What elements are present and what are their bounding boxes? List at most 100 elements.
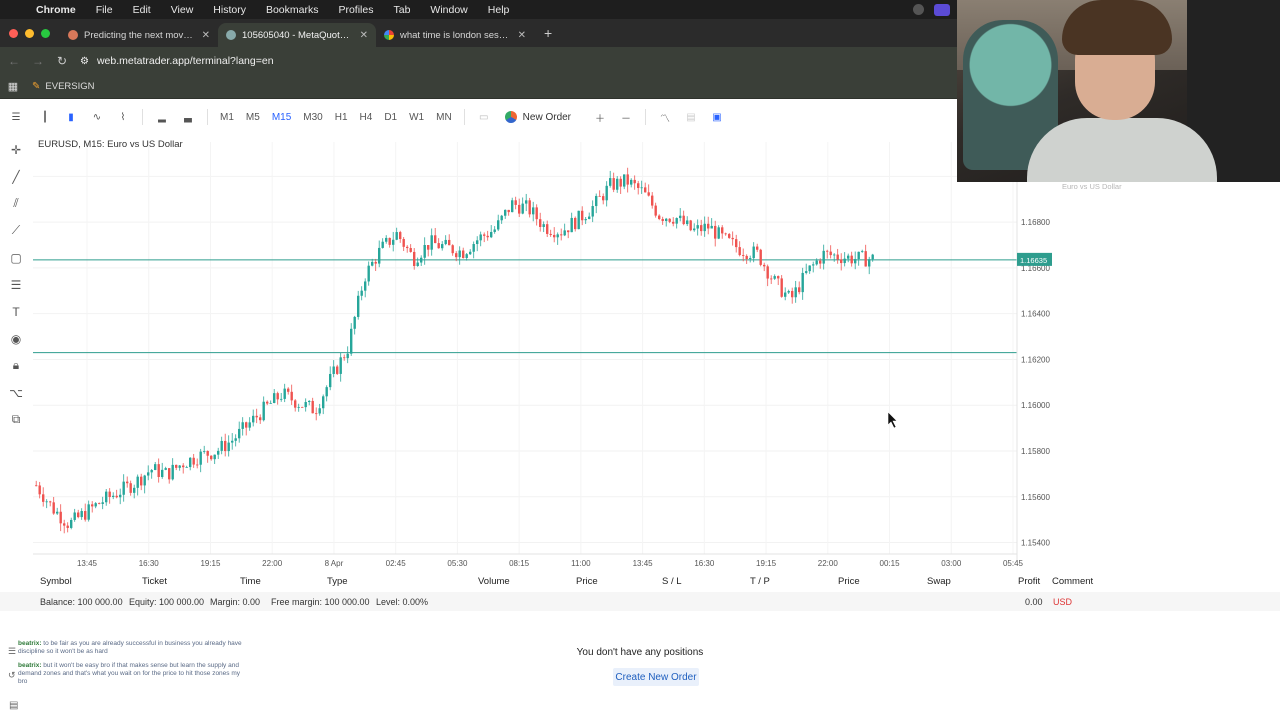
col-comment[interactable]: Comment [1052,576,1093,587]
col-price[interactable]: Price [576,576,598,587]
site-info-icon[interactable]: ⚙ [80,56,89,67]
menu-window[interactable]: Window [420,4,477,16]
candle-body [644,187,647,193]
candle-body [56,511,59,514]
menu-app-chrome[interactable]: Chrome [36,4,86,16]
chart-grid [33,142,1017,554]
bar-chart-type-icon[interactable]: ┃ [32,106,58,128]
close-tab-icon[interactable]: ✕ [202,30,210,41]
candle-body [385,237,388,242]
back-arrow-icon[interactable]: ← [2,54,26,68]
close-tab-icon[interactable]: ✕ [360,30,368,41]
candle-body [570,217,573,233]
menu-profiles[interactable]: Profiles [328,4,383,16]
menu-help[interactable]: Help [478,4,520,16]
col-swap[interactable]: Swap [927,576,951,587]
history-tab-icon[interactable]: ↺ [8,670,26,686]
candle-body [686,220,689,225]
timeframe-m5[interactable]: M5 [240,112,266,123]
col-ticket[interactable]: Ticket [142,576,167,587]
area-chart-type-icon[interactable]: ⌇ [110,106,136,128]
new-tab-icon[interactable]: + [534,25,562,47]
time-tick-label: 03:00 [941,559,962,568]
one-click-trading-icon[interactable]: ▭ [471,106,497,128]
candle-body [682,215,685,225]
timeframe-d1[interactable]: D1 [378,112,403,123]
candle-body [220,440,223,451]
candle-body [826,250,829,252]
candle-body [843,258,846,264]
window-controls [0,29,60,47]
col-type[interactable]: Type [327,576,348,587]
candle-body [367,265,370,282]
col-tp[interactable]: T / P [750,576,770,587]
candle-body [52,502,55,514]
candle-body [304,402,307,408]
col-profit[interactable]: Profit [1018,576,1040,587]
chart-window-icon[interactable]: ▣ [704,106,730,128]
timeframe-m15[interactable]: M15 [266,112,297,123]
maximize-window-button[interactable] [41,29,50,38]
margin-text: Margin: 0.00 [210,597,261,607]
timeframe-h4[interactable]: H4 [354,112,379,123]
col-time[interactable]: Time [240,576,261,587]
url-text[interactable]: web.metatrader.app/terminal?lang=en [97,55,274,67]
zoom-out-icon[interactable]: － [613,106,639,128]
candle-body [325,387,328,397]
status-icon[interactable] [913,4,924,15]
candle-body [752,246,755,259]
candle-body [532,207,535,215]
timeframe-mn[interactable]: MN [430,112,458,123]
indicators-icon[interactable]: 〽 [652,106,678,128]
timeframe-w1[interactable]: W1 [403,112,430,123]
col-volume[interactable]: Volume [478,576,510,587]
price-tick-label: 1.16800 [1021,218,1050,227]
line-chart-type-icon[interactable]: ∿ [84,106,110,128]
candle-body [192,457,195,465]
time-tick-label: 19:15 [756,559,777,568]
browser-tab-1[interactable]: Predicting the next move - Cl ✕ [60,23,218,47]
bookmark-eversign[interactable]: ✎ EVERSIGN [26,81,95,92]
candle-body [742,255,745,256]
journal-tab-icon[interactable]: ▤ [9,700,18,711]
candle-body [444,239,447,245]
screen-record-icon[interactable] [934,3,950,16]
candle-body [525,200,528,204]
col-symbol[interactable]: Symbol [40,576,72,587]
timeframe-m1[interactable]: M1 [214,112,240,123]
browser-tab-2[interactable]: 105605040 - MetaQuotes-De ✕ [218,23,376,47]
menu-file[interactable]: File [86,4,123,16]
trade-tab-icon[interactable]: ☰ [8,646,26,662]
candlestick-chart-type-icon[interactable]: ▮ [58,106,84,128]
menu-edit[interactable]: Edit [123,4,161,16]
menu-hamburger-icon[interactable]: ☰ [0,106,32,128]
minimize-window-button[interactable] [25,29,34,38]
toolbar-divider [142,109,143,125]
reload-icon[interactable]: ↻ [50,54,74,68]
tick-volume-icon[interactable]: ▃ [175,106,201,128]
volume-icon[interactable]: ▂ [149,106,175,128]
menu-bookmarks[interactable]: Bookmarks [256,4,329,16]
menu-tab[interactable]: Tab [383,4,420,16]
candle-body [770,278,773,280]
create-new-order-button[interactable]: Create New Order [613,668,699,686]
close-tab-icon[interactable]: ✕ [518,30,526,41]
candle-body [448,239,451,246]
menu-history[interactable]: History [203,4,256,16]
col-current-price[interactable]: Price [838,576,860,587]
new-order-button[interactable]: New Order [497,111,579,123]
menu-view[interactable]: View [161,4,204,16]
forward-arrow-icon[interactable]: → [26,54,50,68]
zoom-in-icon[interactable]: ＋ [587,106,613,128]
url-field[interactable]: ⚙ web.metatrader.app/terminal?lang=en [80,55,274,67]
timeframe-m30[interactable]: M30 [297,112,328,123]
timeframe-h1[interactable]: H1 [329,112,354,123]
col-sl[interactable]: S / L [662,576,682,587]
apps-grid-icon[interactable]: ▦ [0,80,26,93]
close-window-button[interactable] [9,29,18,38]
candle-body [805,271,808,273]
candle-body [437,243,440,249]
browser-tab-3[interactable]: what time is london session ✕ [376,23,534,47]
price-chart[interactable]: 1.170001.168001.166001.164001.162001.160… [0,130,1280,572]
grid-toggle-icon[interactable]: ▤ [678,106,704,128]
